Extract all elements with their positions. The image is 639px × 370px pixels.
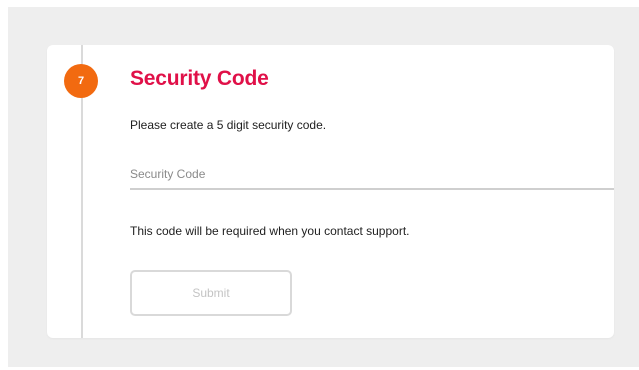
section-title: Security Code [130,67,269,90]
submit-button[interactable]: Submit [130,270,292,316]
step-number-badge: 7 [64,64,98,98]
support-note-text: This code will be required when you cont… [130,224,410,238]
security-code-input[interactable] [130,160,614,190]
instruction-text: Please create a 5 digit security code. [130,118,327,132]
